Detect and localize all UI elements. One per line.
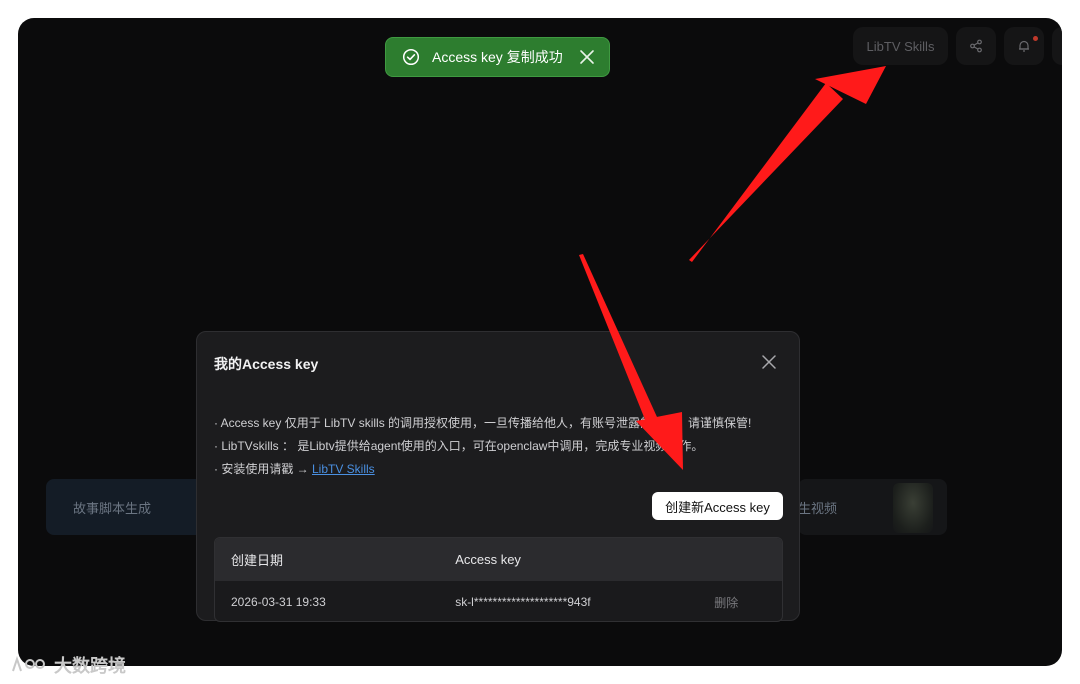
watermark-text: 大数跨境 [54, 656, 126, 676]
table-row: 2026-03-31 19:33 sk-l*******************… [215, 581, 782, 621]
install-prefix: · 安装使用请戳 → [214, 462, 312, 476]
note-line: · 安装使用请戳 → LibTV Skills [214, 458, 751, 481]
video-gen-label: 生视频 [798, 500, 838, 516]
close-icon[interactable] [761, 354, 777, 370]
video-thumbnail [893, 483, 933, 533]
libtv-skills-link[interactable]: LibTV Skills [312, 462, 375, 476]
watermark: 大数跨境 [10, 652, 126, 678]
note-line: · LibTVskills ： 是Libtv提供给agent使用的入口，可在op… [214, 439, 704, 453]
column-header-key: Access key [455, 552, 521, 567]
video-gen-card[interactable]: 生视频 [798, 479, 947, 535]
success-toast: Access key 复制成功 [385, 37, 610, 77]
modal-notes: · Access key 仅用于 LibTV skills 的调用授权使用，一旦… [214, 412, 751, 481]
libtv-skills-label: LibTV Skills [866, 38, 935, 54]
row-date: 2026-03-31 19:33 [231, 595, 326, 609]
check-circle-icon [402, 48, 420, 66]
notification-dot [1033, 36, 1038, 41]
access-key-table: 创建日期 Access key 2026-03-31 19:33 sk-l***… [214, 537, 783, 622]
story-script-card[interactable]: 故事脚本生成 [46, 479, 206, 535]
close-icon[interactable] [579, 49, 595, 65]
avatar-button[interactable] [1052, 27, 1062, 65]
watermark-logo-icon [12, 655, 45, 672]
access-key-modal: 我的Access key · Access key 仅用于 LibTV skil… [196, 331, 800, 622]
notifications-button[interactable] [1004, 27, 1044, 65]
create-access-key-button[interactable]: 创建新Access key [652, 492, 783, 520]
share-button[interactable] [956, 27, 996, 65]
delete-button[interactable]: 删除 [714, 594, 782, 611]
share-icon [970, 39, 982, 53]
libtv-skills-button[interactable]: LibTV Skills [853, 27, 948, 65]
story-script-label: 故事脚本生成 [73, 500, 152, 516]
modal-title: 我的Access key [214, 356, 319, 372]
row-access-key[interactable]: sk-l********************943f [455, 595, 714, 609]
column-header-date: 创建日期 [231, 553, 284, 568]
table-header: 创建日期 Access key [215, 538, 782, 581]
note-line: · Access key 仅用于 LibTV skills 的调用授权使用，一旦… [214, 416, 752, 430]
bell-icon [1019, 40, 1029, 52]
toast-message: Access key 复制成功 [432, 49, 563, 65]
app-window: LibTV Skills Access key 复制成功 故事脚本生成 生视频 … [18, 18, 1062, 666]
